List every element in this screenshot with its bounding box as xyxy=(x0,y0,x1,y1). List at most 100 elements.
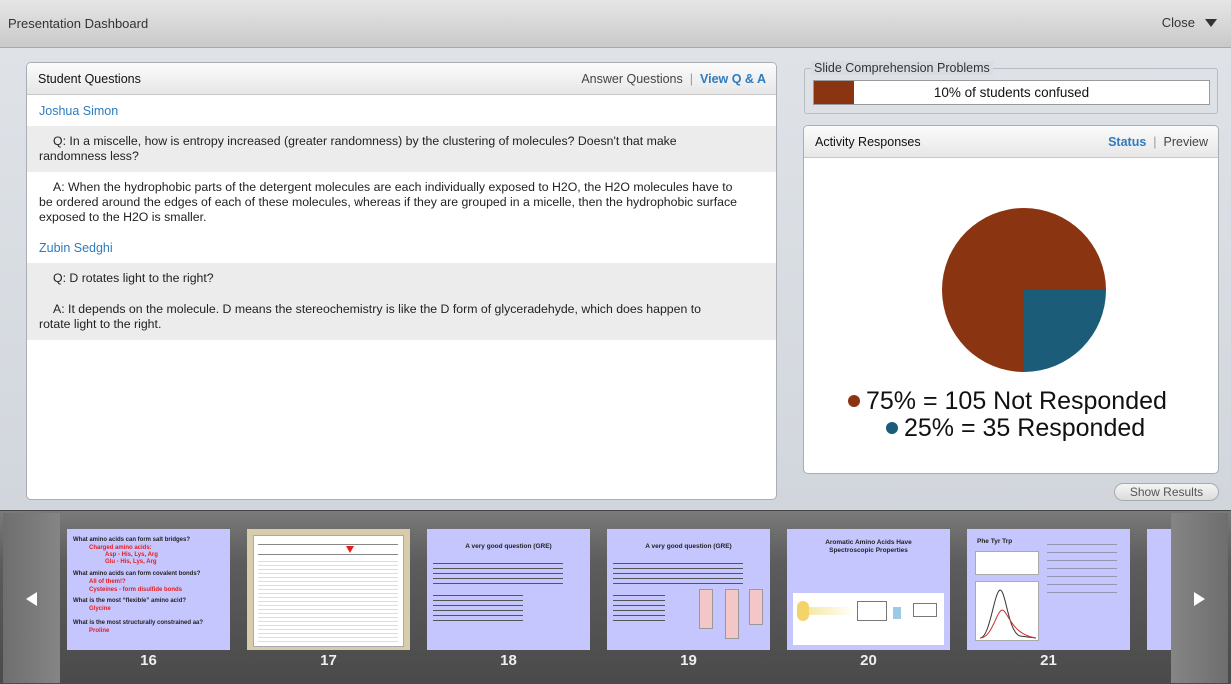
student-questions-links: Answer Questions | View Q & A xyxy=(581,72,766,86)
slide-filmstrip: What amino acids can form salt bridges? … xyxy=(0,510,1231,684)
answer-text-line: be ordered around the edges of each of t… xyxy=(39,195,737,209)
close-button[interactable]: Close xyxy=(1162,15,1217,30)
answer-item: A: When the hydrophobic parts of the det… xyxy=(27,172,776,233)
answer-questions-link[interactable]: Answer Questions xyxy=(581,72,682,86)
chevron-down-icon xyxy=(1205,18,1217,27)
slide-text: Glycine xyxy=(89,606,111,612)
question-text-line: randomness less? xyxy=(39,149,139,163)
slide-text: What is the most structurally constraine… xyxy=(73,620,204,626)
slide-thumbnails: What amino acids can form salt bridges? … xyxy=(60,511,1174,684)
status-link[interactable]: Status xyxy=(1108,135,1146,149)
legend-not-responded: 75% = 105 Not Responded xyxy=(848,387,1167,416)
answer-text-line: rotate light to the right. xyxy=(39,317,162,331)
slide-text-block xyxy=(1047,537,1117,597)
answer-text-line: When the hydrophobic parts of the deterg… xyxy=(68,180,733,194)
confusion-progress-bar: 10% of students confused xyxy=(813,80,1210,105)
title-bar: Presentation Dashboard Close xyxy=(0,0,1231,48)
slide-number: 21 xyxy=(1040,652,1057,669)
previous-slides-button[interactable] xyxy=(3,513,60,683)
legend-responded-text: 25% = 35 Responded xyxy=(904,414,1146,442)
answer-item: A: It depends on the molecule. D means t… xyxy=(27,294,776,340)
student-name[interactable]: Joshua Simon xyxy=(27,96,776,126)
slide-title: Phe Tyr Trp xyxy=(977,538,1013,545)
answer-text-line: exposed to the H2O is smaller. xyxy=(39,210,207,224)
table-image xyxy=(253,535,404,647)
activity-responses-panel: Activity Responses Status | Preview 75% = … xyxy=(803,125,1219,474)
legend-not-responded-text: 75% = 105 Not Responded xyxy=(866,387,1167,415)
separator: | xyxy=(1153,135,1157,149)
slide-thumbnail-18[interactable]: A very good question (GRE) xyxy=(427,529,590,650)
slide-thumbnail-17[interactable] xyxy=(247,529,410,650)
main-area: Student Questions Answer Questions | View … xyxy=(0,48,1231,510)
slide-thumbnail-partial[interactable] xyxy=(1147,529,1174,650)
slide-text: What amino acids can form salt bridges? xyxy=(73,537,191,543)
question-text-line: D rotates light to the right? xyxy=(69,271,214,285)
slide-title: Aromatic Amino Acids Have Spectroscopic … xyxy=(825,539,912,554)
answer-label: A: xyxy=(53,302,65,316)
legend-dot-responded xyxy=(886,422,898,434)
next-slides-button[interactable] xyxy=(1171,513,1228,683)
student-questions-header: Student Questions Answer Questions | View … xyxy=(27,63,776,95)
slide-title: A very good question (GRE) xyxy=(645,543,732,550)
activity-responses-links: Status | Preview xyxy=(1108,135,1208,149)
responses-pie-chart xyxy=(942,208,1106,372)
structure-image xyxy=(725,589,739,639)
answer-text-line: It depends on the molecule. D means the … xyxy=(68,302,701,316)
structure-image xyxy=(749,589,763,625)
arrow-right-icon xyxy=(1194,592,1205,606)
slide-comprehension-legend: Slide Comprehension Problems xyxy=(811,61,993,75)
show-results-button[interactable]: Show Results xyxy=(1114,483,1219,501)
question-text-line: In a miscelle, how is entropy increased … xyxy=(69,134,677,148)
slide-text: Charged amino acids: xyxy=(89,545,152,551)
student-questions-title: Student Questions xyxy=(38,72,141,86)
slide-text-block xyxy=(433,591,523,621)
slide-text: Proline xyxy=(89,628,110,634)
slide-title: A very good question (GRE) xyxy=(465,543,552,550)
slide-thumbnail-16[interactable]: What amino acids can form salt bridges? … xyxy=(67,529,230,650)
absorbance-plot xyxy=(975,581,1039,641)
slide-text-block xyxy=(613,591,665,621)
questions-list[interactable]: Joshua Simon Q: In a miscelle, how is en… xyxy=(27,96,776,499)
separator: | xyxy=(689,72,693,86)
arrow-left-icon xyxy=(26,592,37,606)
question-item: Q: D rotates light to the right? xyxy=(27,263,776,294)
confusion-progress-text: 10% of students confused xyxy=(933,85,1090,100)
question-item: Q: In a miscelle, how is entropy increas… xyxy=(27,126,776,172)
question-label: Q: xyxy=(53,271,66,285)
answer-label: A: xyxy=(53,180,65,194)
spectrometer-diagram xyxy=(793,593,944,645)
preview-link[interactable]: Preview xyxy=(1164,135,1208,149)
view-qa-link[interactable]: View Q & A xyxy=(700,72,766,86)
slide-text: Cysteines - form disulfide bonds xyxy=(89,587,183,593)
pie-slice-responded xyxy=(1024,290,1106,372)
slide-thumbnail-20[interactable]: Aromatic Amino Acids Have Spectroscopic … xyxy=(787,529,950,650)
slide-number: 18 xyxy=(500,652,517,669)
close-label: Close xyxy=(1161,15,1195,30)
slide-text: Asp - His, Lys, Arg xyxy=(105,552,158,558)
slide-comprehension-group: Slide Comprehension Problems 10% of stud… xyxy=(804,61,1218,114)
slide-number: 19 xyxy=(680,652,697,669)
slide-text: What amino acids can form covalent bonds… xyxy=(73,571,201,577)
legend-responded: 25% = 35 Responded xyxy=(886,414,1145,443)
slide-thumbnail-21[interactable]: Phe Tyr Trp xyxy=(967,529,1130,650)
structure-image xyxy=(699,589,713,629)
slide-text: Glu - His, Lys, Arg xyxy=(105,559,157,565)
student-questions-panel: Student Questions Answer Questions | View … xyxy=(26,62,777,500)
slide-number: 17 xyxy=(320,652,337,669)
slide-text-block xyxy=(613,559,743,585)
pie-svg xyxy=(942,208,1106,372)
slide-number: 20 xyxy=(860,652,877,669)
activity-responses-header: Activity Responses Status | Preview xyxy=(804,126,1218,158)
slide-text: All of them!? xyxy=(89,579,126,585)
slide-number: 16 xyxy=(140,652,157,669)
student-name[interactable]: Zubin Sedghi xyxy=(27,233,776,263)
structure-image xyxy=(975,551,1039,575)
slide-text: What is the most “flexible” amino acid? xyxy=(73,598,187,604)
legend-dot-not-responded xyxy=(848,395,860,407)
activity-responses-title: Activity Responses xyxy=(815,135,921,149)
arrow-down-icon xyxy=(346,546,354,553)
question-label: Q: xyxy=(53,134,66,148)
slide-text-block xyxy=(433,559,563,585)
slide-thumbnail-19[interactable]: A very good question (GRE) xyxy=(607,529,770,650)
window-title: Presentation Dashboard xyxy=(8,16,149,31)
